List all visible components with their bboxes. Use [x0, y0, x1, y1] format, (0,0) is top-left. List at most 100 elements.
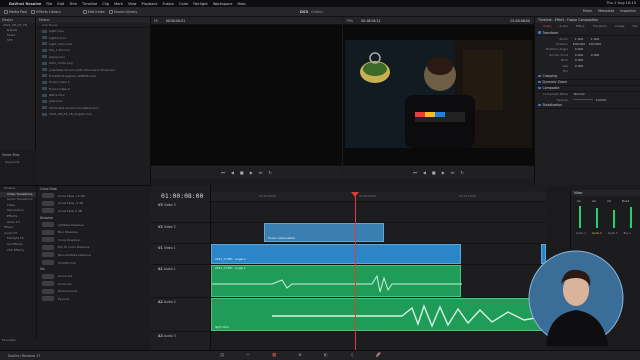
playhead[interactable] — [355, 192, 356, 350]
menu-file[interactable]: File — [46, 2, 52, 6]
menu-trim[interactable]: Trim — [69, 2, 77, 6]
play-reverse-icon[interactable]: ◀ — [231, 170, 234, 175]
track-header-a1[interactable]: A1 Audio 1 — [151, 267, 211, 271]
effect-item[interactable]: Smooth Cut — [38, 259, 151, 267]
menu-color[interactable]: Color — [179, 2, 188, 6]
param-x-value[interactable]: 0.000 — [571, 58, 587, 62]
track-header-v1[interactable]: V1 Video 1 — [151, 246, 211, 250]
menu-help[interactable]: Help — [237, 2, 245, 6]
sound-library-button[interactable]: Sound Library — [108, 9, 137, 14]
param-x-value[interactable]: 0.000 — [571, 53, 587, 57]
deliver-page-icon[interactable]: 🚀 — [376, 353, 382, 358]
effect-item[interactable]: Diamond Iris — [38, 288, 151, 296]
stop-icon[interactable]: ■ — [240, 170, 244, 175]
play-icon[interactable]: ▶ — [250, 170, 253, 175]
menu-view[interactable]: View — [128, 2, 137, 6]
param-x-value[interactable]: 636.000 — [571, 42, 587, 46]
param-x-value[interactable]: 1.000 — [571, 37, 587, 41]
menu-mark[interactable]: Mark — [114, 2, 123, 6]
menu-app-name[interactable]: DaVinci Resolve — [9, 2, 41, 6]
effects-tree: Toolbox Video Transitions Audio Transition… — [0, 186, 37, 341]
effect-item[interactable]: Additive Dissolve — [38, 221, 151, 229]
source-zoom[interactable]: Fit — [154, 19, 158, 23]
mixer-button[interactable]: Mixer — [583, 9, 592, 13]
fusion-composition-clip[interactable]: Fusion Composition — [264, 223, 384, 242]
file-item[interactable]: 2021_08_03_YB_Angle1.mov — [36, 111, 150, 117]
menu-fairlight[interactable]: Fairlight — [193, 2, 207, 6]
menu-clip[interactable]: Clip — [102, 2, 109, 6]
inspector-panel: Timeline - Effect - Fusion Composition V… — [534, 17, 640, 185]
skip-back-icon[interactable]: ⏮ — [221, 170, 225, 175]
effect-item[interactable]: Eye Iris — [38, 295, 151, 303]
tab-effect[interactable]: Effect — [576, 23, 585, 30]
edit-index-button[interactable]: Edit Index — [82, 9, 105, 14]
stabilization-section[interactable]: Stabilization — [535, 103, 640, 109]
section-enabled-icon[interactable] — [538, 86, 541, 90]
inspector-button[interactable]: Inspector — [620, 9, 636, 13]
menu-fusion[interactable]: Fusion — [163, 2, 175, 6]
track-header-v3[interactable]: V3 Video 3 — [151, 203, 211, 207]
effect-item[interactable]: Cross Fade +3 dB — [38, 192, 151, 200]
param-y-value[interactable]: 1.000 — [587, 37, 603, 41]
audio-clip-a1[interactable]: 2021_Y2.MH - Angle 1 — [211, 265, 462, 297]
metadata-button[interactable]: Metadata — [598, 9, 614, 13]
play-icon[interactable]: ▶ — [442, 170, 445, 175]
effect-item[interactable]: Arrow Iris — [38, 272, 151, 280]
effect-item[interactable]: Blur Dissolve — [38, 228, 151, 236]
tab-file[interactable]: File — [633, 23, 638, 30]
menu-playback[interactable]: Playback — [141, 2, 157, 6]
section-enabled-icon[interactable] — [538, 31, 541, 34]
video-clip-v1[interactable]: 2021_Y2.MH - Angle 1 — [211, 244, 461, 264]
fairlight-page-icon[interactable]: ♫ — [350, 353, 354, 358]
effect-item[interactable]: Cross Fade 0 dB — [38, 207, 151, 215]
effect-item[interactable]: Cross Dissolve — [38, 236, 151, 244]
loop-icon[interactable]: ↻ — [460, 170, 463, 175]
color-page-icon[interactable]: ◐ — [324, 353, 328, 358]
param-x-value[interactable]: 0.000 — [571, 47, 587, 51]
tab-transition[interactable]: Transition — [593, 23, 608, 30]
section-enabled-icon[interactable] — [538, 103, 541, 107]
menu-timeline[interactable]: Timeline — [82, 2, 97, 6]
skip-back-icon[interactable]: ⏮ — [413, 170, 417, 175]
param-y-value[interactable]: 220.000 — [587, 42, 603, 46]
track-header-a3[interactable]: A3 Audio 3 — [151, 334, 211, 338]
section-enabled-icon[interactable] — [538, 74, 541, 78]
track-header-v2[interactable]: V2 Video 2 — [151, 225, 211, 229]
menu-edit[interactable]: Edit — [57, 2, 64, 6]
menu-workspace[interactable]: Workspace — [213, 2, 233, 6]
effects-tree-item[interactable]: VST Effects — [0, 248, 36, 254]
timeline-transport: ⏮ ◀ ■ ▶ ⏭ ↻ — [343, 165, 534, 179]
timeline-zoom[interactable]: 79% — [346, 19, 353, 23]
bin-item[interactable]: SFX — [0, 38, 35, 43]
loop-icon[interactable]: ↻ — [268, 170, 271, 175]
clip-thumbnail-icon — [42, 48, 47, 52]
section-enabled-icon[interactable] — [538, 80, 541, 84]
track-header-a2[interactable]: A2 Audio 2 — [151, 300, 211, 304]
effect-item[interactable]: Cross Iris — [38, 280, 151, 288]
effect-item[interactable]: Dip To Color Dissolve — [38, 244, 151, 252]
effect-item[interactable]: Non-Additive Dissolve — [38, 251, 151, 259]
media-pool-button[interactable]: Media Pool — [4, 9, 27, 14]
param-x-value[interactable]: 0.000 — [571, 64, 587, 68]
opacity-slider[interactable] — [573, 99, 593, 101]
skip-forward-icon[interactable]: ⏭ — [259, 170, 263, 175]
tab-audio[interactable]: Audio — [559, 23, 568, 30]
skip-forward-icon[interactable]: ⏭ — [451, 170, 455, 175]
stop-icon[interactable]: ■ — [432, 170, 436, 175]
audio-clip-a2[interactable]: light intro — [211, 298, 547, 331]
edit-page-icon[interactable]: ▦ — [272, 353, 276, 358]
source-viewer[interactable] — [151, 25, 342, 165]
fusion-page-icon[interactable]: ◈ — [298, 353, 301, 358]
composite-mode-select[interactable]: Normal — [571, 92, 587, 96]
effects-library-button[interactable]: Effects Library — [31, 9, 61, 14]
effect-item[interactable]: Cross Fade -3 dB — [38, 200, 151, 208]
param-y-value[interactable]: 0.000 — [587, 53, 603, 57]
media-page-icon[interactable]: ▤ — [220, 353, 224, 358]
timeline-ruler[interactable]: 01:00:00:00 01:00:08:00 01:00:16:00 — [211, 192, 546, 202]
play-reverse-icon[interactable]: ◀ — [423, 170, 426, 175]
opacity-value[interactable]: 100.00 — [593, 98, 609, 102]
cut-page-icon[interactable]: ✂ — [246, 353, 250, 358]
keywords-bin[interactable]: Keywords — [5, 160, 19, 164]
clip-thumbnail-icon — [42, 74, 47, 78]
tab-image[interactable]: Image — [615, 23, 624, 30]
